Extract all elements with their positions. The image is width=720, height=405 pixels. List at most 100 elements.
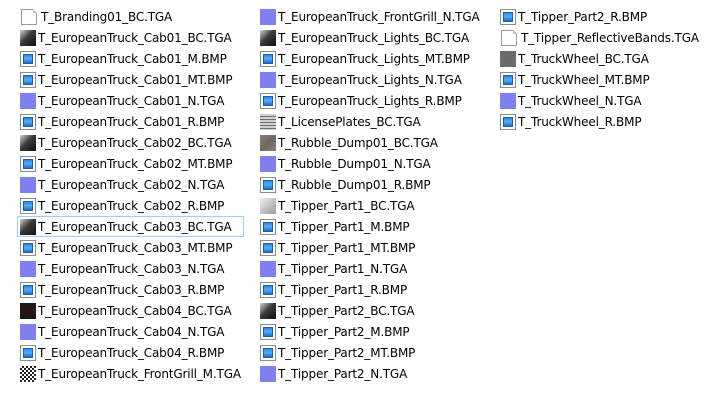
file-item[interactable]: T_Tipper_Part1_M.BMP xyxy=(257,216,483,237)
file-item[interactable]: T_Rubble_Dump01_BC.TGA xyxy=(257,132,483,153)
file-item[interactable]: T_Tipper_ReflectiveBands.TGA xyxy=(497,27,702,48)
bitmap-image-icon xyxy=(260,239,276,256)
file-list-view: T_Branding01_BC.TGA T_EuropeanTruck_Cab01… xyxy=(0,0,720,405)
file-name-label: T_EuropeanTruck_FrontGrill_M.TGA xyxy=(38,366,241,381)
file-item[interactable]: T_Tipper_Part1_N.TGA xyxy=(257,258,483,279)
normal-map-icon xyxy=(260,71,276,88)
file-item[interactable]: T_Rubble_Dump01_R.BMP xyxy=(257,174,483,195)
file-name-label: T_Tipper_Part1_M.BMP xyxy=(278,219,410,234)
file-name-label: T_EuropeanTruck_Cab04_BC.TGA xyxy=(38,303,232,318)
bitmap-image-icon xyxy=(20,155,36,172)
file-item[interactable]: T_Tipper_Part2_BC.TGA xyxy=(257,300,483,321)
file-item[interactable]: T_EuropeanTruck_Cab02_R.BMP xyxy=(17,195,244,216)
file-item[interactable]: T_TruckWheel_R.BMP xyxy=(497,111,702,132)
file-name-label: T_EuropeanTruck_Lights_N.TGA xyxy=(278,72,462,87)
bitmap-image-icon xyxy=(260,344,276,361)
normal-map-icon xyxy=(500,92,516,109)
bitmap-image-icon xyxy=(20,113,36,130)
file-item[interactable]: T_EuropeanTruck_FrontGrill_M.TGA xyxy=(17,363,244,384)
file-item[interactable]: T_EuropeanTruck_Cab01_R.BMP xyxy=(17,111,244,132)
normal-map-icon xyxy=(20,323,36,340)
normal-map-icon xyxy=(20,260,36,277)
file-name-label: T_EuropeanTruck_FrontGrill_N.TGA xyxy=(278,9,480,24)
file-item[interactable]: T_EuropeanTruck_Cab04_N.TGA xyxy=(17,321,244,342)
dark-texture-icon xyxy=(260,302,276,319)
file-column-1: T_Branding01_BC.TGA T_EuropeanTruck_Cab01… xyxy=(17,6,244,384)
bitmap-image-icon xyxy=(20,71,36,88)
bitmap-image-icon xyxy=(260,218,276,235)
file-item[interactable]: T_EuropeanTruck_FrontGrill_N.TGA xyxy=(257,6,483,27)
file-item[interactable]: T_EuropeanTruck_Lights_N.TGA xyxy=(257,69,483,90)
file-item[interactable]: T_EuropeanTruck_Cab01_MT.BMP xyxy=(17,69,244,90)
file-name-label: T_EuropeanTruck_Cab03_BC.TGA xyxy=(38,219,232,234)
file-item[interactable]: T_EuropeanTruck_Cab03_BC.TGA xyxy=(17,216,244,237)
file-item[interactable]: T_Rubble_Dump01_N.TGA xyxy=(257,153,483,174)
file-item[interactable]: T_TruckWheel_N.TGA xyxy=(497,90,702,111)
file-name-label: T_Tipper_Part2_R.BMP xyxy=(518,9,648,24)
file-item[interactable]: T_LicensePlates_BC.TGA xyxy=(257,111,483,132)
bitmap-image-icon xyxy=(260,323,276,340)
file-name-label: T_Tipper_ReflectiveBands.TGA xyxy=(521,30,699,45)
file-item[interactable]: T_EuropeanTruck_Cab03_N.TGA xyxy=(17,258,244,279)
file-name-label: T_TruckWheel_R.BMP xyxy=(518,114,642,129)
dark-texture-icon xyxy=(260,29,276,46)
file-name-label: T_EuropeanTruck_Cab02_N.TGA xyxy=(38,177,225,192)
bitmap-image-icon xyxy=(500,113,516,130)
file-item[interactable]: T_EuropeanTruck_Cab04_R.BMP xyxy=(17,342,244,363)
file-item[interactable]: T_EuropeanTruck_Cab04_BC.TGA xyxy=(17,300,244,321)
file-name-label: T_TruckWheel_BC.TGA xyxy=(518,51,649,66)
file-item[interactable]: T_TruckWheel_MT.BMP xyxy=(497,69,702,90)
file-item[interactable]: T_EuropeanTruck_Cab02_MT.BMP xyxy=(17,153,244,174)
file-item[interactable]: T_EuropeanTruck_Cab02_BC.TGA xyxy=(17,132,244,153)
file-item[interactable]: T_Tipper_Part2_R.BMP xyxy=(497,6,702,27)
normal-map-icon xyxy=(260,365,276,382)
file-item[interactable]: T_Tipper_Part1_MT.BMP xyxy=(257,237,483,258)
file-name-label: T_EuropeanTruck_Lights_R.BMP xyxy=(278,93,462,108)
file-name-label: T_Rubble_Dump01_R.BMP xyxy=(278,177,431,192)
file-item[interactable]: T_EuropeanTruck_Cab01_BC.TGA xyxy=(17,27,244,48)
file-item[interactable]: T_EuropeanTruck_Cab02_N.TGA xyxy=(17,174,244,195)
file-name-label: T_EuropeanTruck_Lights_BC.TGA xyxy=(278,30,470,45)
file-item[interactable]: T_TruckWheel_BC.TGA xyxy=(497,48,702,69)
normal-map-icon xyxy=(260,260,276,277)
file-item[interactable]: T_EuropeanTruck_Cab03_MT.BMP xyxy=(17,237,244,258)
file-name-label: T_Rubble_Dump01_N.TGA xyxy=(278,156,431,171)
light-texture-icon xyxy=(260,197,276,214)
file-name-label: T_EuropeanTruck_Cab02_BC.TGA xyxy=(38,135,232,150)
file-name-label: T_EuropeanTruck_Cab03_MT.BMP xyxy=(38,240,233,255)
file-item[interactable]: T_Tipper_Part2_MT.BMP xyxy=(257,342,483,363)
file-name-label: T_EuropeanTruck_Cab03_R.BMP xyxy=(38,282,225,297)
dark-texture-icon xyxy=(20,134,36,151)
normal-map-icon xyxy=(260,8,276,25)
file-item[interactable]: T_Tipper_Part2_M.BMP xyxy=(257,321,483,342)
file-name-label: T_EuropeanTruck_Cab02_R.BMP xyxy=(38,198,225,213)
file-name-label: T_LicensePlates_BC.TGA xyxy=(278,114,421,129)
plates-texture-icon xyxy=(260,113,276,130)
file-item[interactable]: T_EuropeanTruck_Cab01_N.TGA xyxy=(17,90,244,111)
file-item[interactable]: T_EuropeanTruck_Lights_MT.BMP xyxy=(257,48,483,69)
file-item[interactable]: T_Tipper_Part1_BC.TGA xyxy=(257,195,483,216)
bitmap-image-icon xyxy=(500,8,516,25)
blank-file-icon xyxy=(21,8,37,25)
file-item[interactable]: T_EuropeanTruck_Lights_BC.TGA xyxy=(257,27,483,48)
file-name-label: T_Tipper_Part1_N.TGA xyxy=(278,261,408,276)
dark-texture-icon xyxy=(20,29,36,46)
file-name-label: T_EuropeanTruck_Cab01_R.BMP xyxy=(38,114,225,129)
file-name-label: T_EuropeanTruck_Cab03_N.TGA xyxy=(38,261,225,276)
file-item[interactable]: T_EuropeanTruck_Lights_R.BMP xyxy=(257,90,483,111)
file-item[interactable]: T_EuropeanTruck_Cab03_R.BMP xyxy=(17,279,244,300)
file-item[interactable]: T_EuropeanTruck_Cab01_M.BMP xyxy=(17,48,244,69)
file-item[interactable]: T_Tipper_Part2_N.TGA xyxy=(257,363,483,384)
file-name-label: T_TruckWheel_MT.BMP xyxy=(518,72,650,87)
file-name-label: T_Tipper_Part2_N.TGA xyxy=(278,366,408,381)
bitmap-image-icon xyxy=(20,50,36,67)
file-name-label: T_EuropeanTruck_Cab04_R.BMP xyxy=(38,345,225,360)
file-item[interactable]: T_Branding01_BC.TGA xyxy=(17,6,244,27)
gray-texture-icon xyxy=(500,50,516,67)
bitmap-image-icon xyxy=(20,197,36,214)
rubble-texture-icon xyxy=(260,134,276,151)
bitmap-image-icon xyxy=(260,281,276,298)
file-name-label: T_Tipper_Part2_MT.BMP xyxy=(278,345,416,360)
file-item[interactable]: T_Tipper_Part1_R.BMP xyxy=(257,279,483,300)
file-name-label: T_Rubble_Dump01_BC.TGA xyxy=(278,135,438,150)
